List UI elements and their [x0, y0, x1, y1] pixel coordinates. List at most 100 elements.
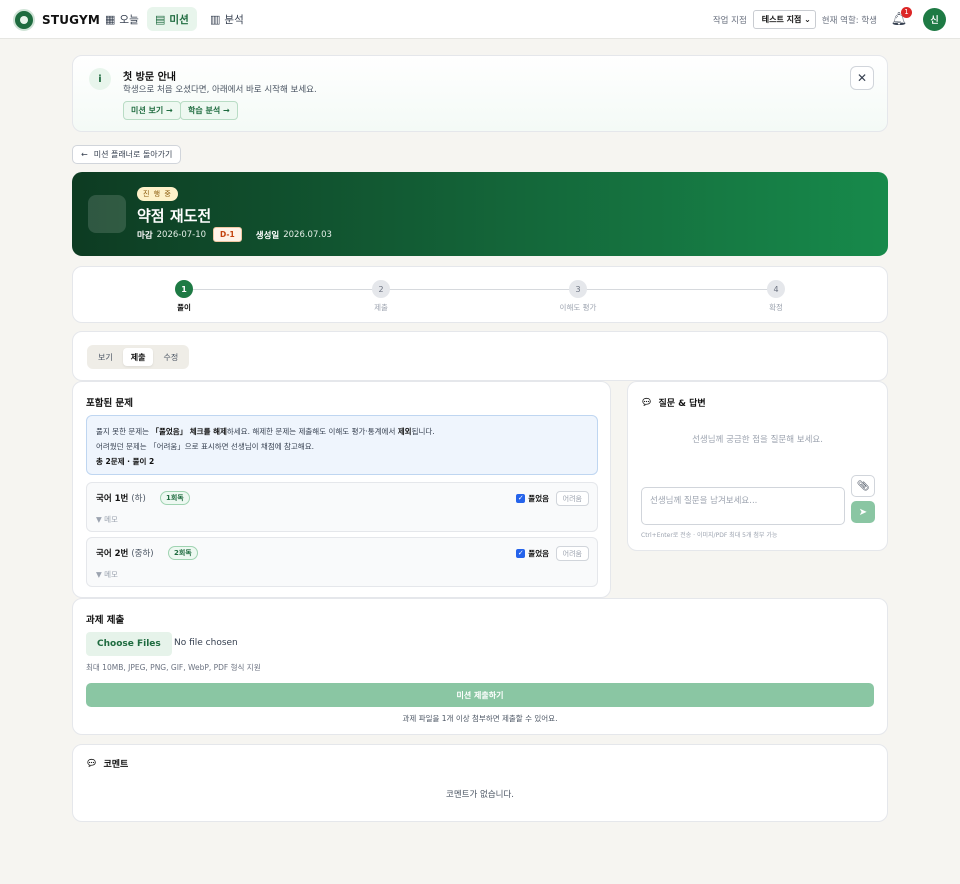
notice-description: 학생으로 처음 오셨다면, 아래에서 바로 시작해 보세요.	[123, 85, 317, 95]
question-input[interactable]: 선생님께 질문을 남겨보세요...	[641, 487, 845, 525]
step-submit: 2 제출	[351, 280, 411, 313]
info-line-1: 풀지 못한 문제는 「풀었음」 체크를 해제하세요. 해제한 문제는 제출해도 …	[96, 424, 588, 439]
problem-level: (하)	[131, 494, 146, 504]
created-label: 생성일	[255, 230, 280, 241]
bar-chart-icon: ▥	[210, 12, 221, 26]
step-label: 풀이	[177, 303, 191, 312]
comments-title: 코멘트	[103, 760, 129, 770]
hard-toggle-button[interactable]: 어려움	[555, 491, 589, 506]
info-emphasis: 「풀었음」 체크를 해제	[151, 427, 227, 436]
tab-view[interactable]: 보기	[90, 348, 121, 366]
attach-file-button[interactable]: 📎︎	[851, 475, 875, 497]
submission-card: 과제 제출 Choose Files No file chosen 최대 10M…	[72, 598, 888, 735]
solved-checkbox[interactable]: ✓ 풀었음	[516, 493, 549, 504]
problem-name: 국어 2번 (중하)	[96, 547, 154, 559]
nav-today[interactable]: ▦ 오늘	[97, 7, 147, 31]
problem-title: 국어 2번	[96, 549, 129, 559]
brand-logo	[13, 9, 35, 31]
solved-label: 풀었음	[528, 549, 549, 558]
tab-submit[interactable]: 제출	[122, 348, 154, 366]
nav-missions-label: 미션	[169, 13, 189, 26]
problem-name: 국어 1번 (하)	[96, 492, 146, 504]
mission-meta: 마감 2026-07-10 D-1 생성일 2026.07.03	[137, 227, 332, 242]
nav-missions[interactable]: ▤ 미션	[147, 7, 197, 31]
comments-card: 💬︎ 코멘트 코멘트가 없습니다.	[72, 744, 888, 822]
choose-files-button[interactable]: Choose Files	[86, 632, 172, 656]
learning-analysis-button[interactable]: 학습 분석 →	[180, 101, 238, 120]
send-icon: ➤	[858, 506, 868, 518]
progress-stepper: 1 풀이 2 제출 3 이해도 평가 4 확정	[72, 266, 888, 323]
first-visit-notice: i 첫 방문 안내 학생으로 처음 오셨다면, 아래에서 바로 시작해 보세요.…	[72, 55, 888, 132]
nav-analysis-label: 분석	[224, 13, 244, 26]
info-emphasis: 제외	[397, 427, 412, 436]
problem-level: (중하)	[131, 549, 154, 559]
step-label: 제출	[374, 303, 388, 312]
included-problems-card: 포함된 문제 풀지 못한 문제는 「풀었음」 체크를 해제하세요. 해제한 문제…	[72, 381, 611, 598]
tab-edit[interactable]: 수정	[155, 348, 186, 366]
step-confirm: 4 확정	[746, 280, 806, 313]
view-missions-button[interactable]: 미션 보기 →	[123, 101, 181, 120]
step-evaluation: 3 이해도 평가	[548, 280, 608, 313]
step-number: 3	[569, 280, 587, 298]
info-text: 됩니다.	[411, 427, 435, 436]
qna-empty-state: 선생님께 궁금한 점을 질문해 보세요.	[692, 435, 823, 445]
mission-thumbnail	[88, 195, 126, 233]
checkmark-icon: ✓	[516, 549, 526, 558]
memo-toggle[interactable]: ▼ 메모	[96, 514, 118, 525]
problems-info-box: 풀지 못한 문제는 「풀었음」 체크를 해제하세요. 해제한 문제는 제출해도 …	[86, 415, 598, 475]
back-to-planner-button[interactable]: ← 미션 플래너로 돌아가기	[72, 145, 182, 164]
info-icon: i	[89, 68, 111, 90]
round-badge: 1회독	[160, 491, 190, 505]
step-number: 2	[372, 280, 390, 298]
qna-card: 💬︎ 질문 & 답변 선생님께 궁금한 점을 질문해 보세요. 선생님께 질문을…	[627, 381, 888, 551]
notifications-button[interactable]: 🔔︎ 1	[889, 6, 912, 30]
mission-hero: 진 행 중 약점 재도전 마감 2026-07-10 D-1 생성일 2026.…	[72, 172, 888, 256]
round-badge: 2회독	[168, 546, 198, 560]
branch-select-value: 테스트 지점	[761, 15, 802, 24]
chevron-down-icon: ⌄	[804, 15, 811, 24]
info-text: 하세요. 해제한 문제는 제출해도 이해도 평가·통계에서	[226, 427, 398, 436]
step-number: 1	[175, 280, 193, 298]
back-label: 미션 플래너로 돌아가기	[93, 150, 173, 159]
user-avatar[interactable]: 신	[923, 8, 946, 31]
nav-analysis[interactable]: ▥ 분석	[202, 7, 252, 31]
solved-label: 풀었음	[528, 494, 549, 503]
topbar-right: 작업 지점 테스트 지점 ⌄ 현재 역할: 학생 🔔︎ 1 신	[712, 6, 946, 31]
submission-title: 과제 제출	[86, 615, 125, 626]
problem-item: 국어 1번 (하) 1회독 ▼ 메모 ✓ 풀었음 어려움	[86, 482, 598, 532]
memo-toggle[interactable]: ▼ 메모	[96, 569, 118, 580]
created-date: 2026.07.03	[283, 229, 332, 240]
brand-name: STUGYM	[42, 13, 100, 27]
submission-note: 과제 파일을 1개 이상 첨부하면 제출할 수 있어요.	[402, 714, 558, 723]
problem-item: 국어 2번 (중하) 2회독 ▼ 메모 ✓ 풀었음 어려움	[86, 537, 598, 587]
notification-badge: 1	[901, 6, 912, 18]
info-summary: 총 2문제 · 풀이 2	[96, 454, 588, 469]
top-navigation-bar: STUGYM ▦ 오늘 ▤ 미션 ▥ 분석 작업 지점 테스트 지점 ⌄ 현재 …	[0, 0, 960, 39]
submit-mission-button[interactable]: 미션 제출하기	[86, 683, 874, 707]
notice-title: 첫 방문 안내	[123, 72, 176, 83]
due-date: 2026-07-10	[156, 229, 207, 240]
branch-label: 작업 지점	[712, 15, 747, 26]
checkmark-icon: ✓	[516, 494, 526, 503]
comments-empty-state: 코멘트가 없습니다.	[446, 790, 514, 800]
brand[interactable]: STUGYM	[13, 9, 100, 31]
grid-icon: ▦	[105, 12, 116, 26]
comments-header: 💬︎ 코멘트	[86, 757, 129, 771]
mode-tabs: 보기 제출 수정	[87, 345, 190, 369]
solved-checkbox[interactable]: ✓ 풀었음	[516, 548, 549, 559]
branch-select[interactable]: 테스트 지점 ⌄	[752, 10, 816, 29]
comment-icon: 💬︎	[86, 758, 98, 769]
chat-bubble-icon: 💬︎	[641, 397, 653, 408]
info-text: 풀지 못한 문제는	[96, 427, 152, 436]
arrow-left-icon: ←	[81, 150, 88, 159]
close-icon: ✕	[856, 71, 868, 85]
problems-title: 포함된 문제	[86, 398, 134, 409]
send-question-button[interactable]: ➤	[851, 501, 875, 523]
mode-tabs-card: 보기 제출 수정	[72, 331, 888, 381]
close-notice-button[interactable]: ✕	[850, 66, 874, 90]
status-badge: 진 행 중	[137, 187, 178, 201]
mission-title: 약점 재도전	[137, 207, 212, 225]
hard-toggle-button[interactable]: 어려움	[555, 546, 589, 561]
due-label: 마감	[137, 230, 153, 241]
file-status: No file chosen	[174, 638, 238, 648]
